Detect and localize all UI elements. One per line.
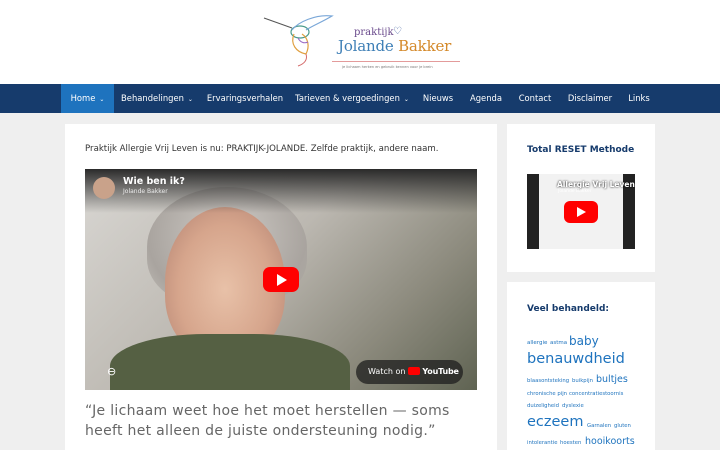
tag-link[interactable]: Garnalen [587,423,611,429]
nav-item-behandelingen[interactable]: Behandelingen ⌄ [114,84,200,113]
chevron-down-icon: ⌄ [403,96,409,103]
nav-item-tarieven[interactable]: Tarieven & vergoedingen ⌄ [290,84,414,113]
nav-label: Links [628,93,650,103]
intro-text: Praktijk Allergie Vrij Leven is nu: PRAK… [85,144,439,154]
tag-link[interactable]: allergie [527,340,547,346]
widget-title: Total RESET Methode [527,145,635,155]
sidebar-video-player[interactable]: Allergie Vrij Leven Jolande Bakker [527,174,635,249]
nav-label: Agenda [470,93,502,103]
tag-link[interactable]: hoesten [560,440,581,446]
nav-item-disclaimer[interactable]: Disclaimer [562,84,618,113]
tag-link[interactable]: blaasontsteking [527,378,569,384]
youtube-icon [408,366,421,375]
tag-link[interactable]: intolerantie [527,440,557,446]
widget-veel-behandeld: Veel behandeld: allergie astma baby bena… [507,282,655,450]
main-content: Praktijk Allergie Vrij Leven is nu: PRAK… [65,124,497,450]
tag-link[interactable]: dyslexie [562,403,584,409]
logo-last-name: Bakker [398,37,452,55]
video-title[interactable]: Wie ben ik? [123,176,185,187]
logo-divider [332,61,460,62]
hummingbird-icon [263,15,334,67]
nav-item-contact[interactable]: Contact [512,84,558,113]
tag-link[interactable]: buikpijn [572,378,593,384]
widget-total-reset: Total RESET Methode Allergie Vrij Leven … [507,124,655,272]
logo-tagline: je lichaam herken en gebruik kennen voor… [342,65,433,69]
video-player[interactable]: Wie ben ik? Jolande Bakker ⊖ Watch on You… [85,169,477,390]
sidebar-video-channel: Jolande Bakker [558,189,592,194]
tag-link[interactable]: chronische pijn [527,391,567,397]
tag-link[interactable]: bultjes [596,374,628,385]
nav-label: Ervaringsverhalen [206,93,284,103]
tag-link[interactable]: gluten [614,423,631,429]
quote-text: “Je lichaam weet hoe het moet herstellen… [85,403,450,439]
site-header: praktijk ♡ Jolande Bakker je lichaam her… [0,0,720,84]
tag-link[interactable]: concentratiestoornis [569,391,623,397]
heart-icon: ♡ [393,26,402,37]
site-logo[interactable]: praktijk ♡ Jolande Bakker je lichaam her… [262,10,462,74]
channel-avatar[interactable] [93,177,115,199]
tag-link[interactable]: benauwdheid [527,351,625,367]
chevron-down-icon: ⌄ [99,96,105,103]
widget-title: Veel behandeld: [527,304,610,314]
nav-label: Tarieven & vergoedingen [295,93,400,103]
nav-label: Home [70,93,96,103]
chevron-down-icon: ⌄ [187,96,193,103]
nav-label: Contact [518,93,552,103]
video-thumbnail-body [110,334,350,390]
logo-first-name: Jolande [338,37,394,55]
tag-link[interactable]: duizeligheid [527,403,559,409]
video-channel[interactable]: Jolande Bakker [123,188,168,195]
youtube-wordmark: YouTube [422,367,459,376]
play-button[interactable] [564,201,598,223]
nav-label: Nieuws [422,93,454,103]
nav-item-nieuws[interactable]: Nieuws [416,84,460,113]
nav-label: Behandelingen [121,93,184,103]
nav-item-home[interactable]: Home ⌄ [61,84,114,113]
tag-link[interactable]: eczeem [527,414,583,430]
play-button[interactable] [263,267,299,292]
sidebar-video-title: Allergie Vrij Leven [557,180,635,189]
logo-name: Jolande Bakker [338,37,451,55]
nav-label: Disclaimer [567,93,613,103]
nav-item-agenda[interactable]: Agenda [462,84,510,113]
nav-item-links[interactable]: Links [622,84,656,113]
link-icon[interactable]: ⊖ [107,365,116,378]
tag-link[interactable]: hooikoorts [585,436,635,447]
tag-link[interactable]: baby [569,334,599,348]
nav-item-ervaringsverhalen[interactable]: Ervaringsverhalen [202,84,288,113]
main-navigation: Home ⌄ Behandelingen ⌄ Ervaringsverhalen T… [0,84,720,113]
watch-on-label: Watch on [368,367,406,376]
tag-link[interactable]: astma [550,340,567,346]
watch-on-youtube-button[interactable]: Watch on YouTube [356,360,463,384]
